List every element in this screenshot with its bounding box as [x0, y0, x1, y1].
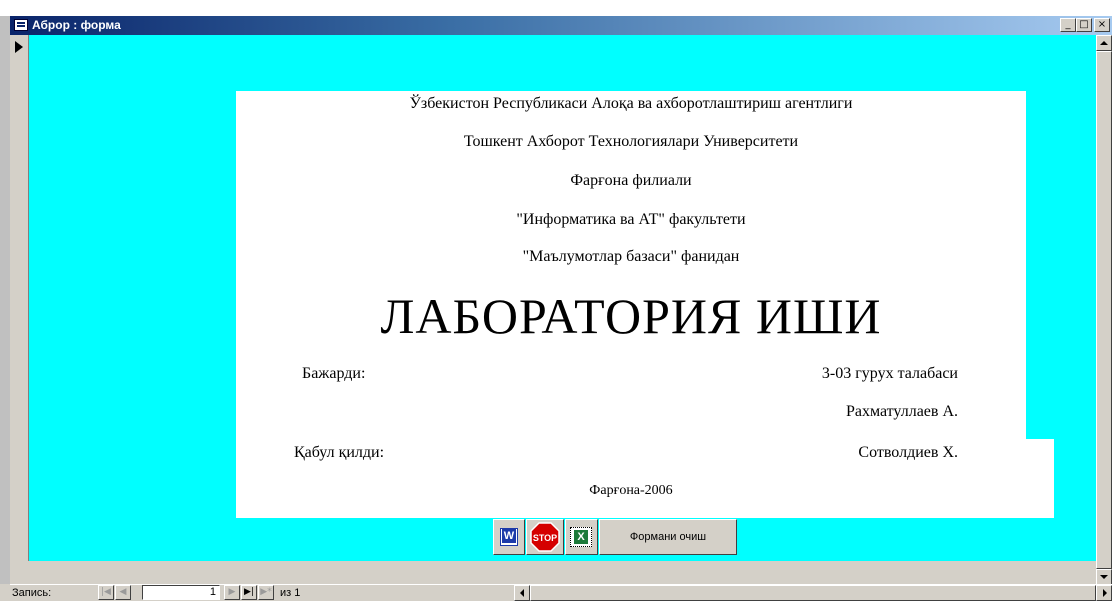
- record-count-text: из 1: [280, 587, 301, 599]
- title-page-edge: [1026, 439, 1054, 518]
- subject-line: "Маълумотлар базаси" фанидан: [522, 248, 740, 265]
- open-form-button-label: Формани очиш: [629, 531, 707, 543]
- stop-icon-text: STOP: [533, 533, 557, 543]
- title-page: Ўзбекистон Республикаси Алоқа ва ахборот…: [236, 91, 1026, 518]
- student-group-text: 3-03 гурух талабаси: [821, 365, 958, 382]
- scroll-down-button[interactable]: [1096, 569, 1112, 585]
- close-button[interactable]: ×: [1094, 18, 1110, 32]
- form-window: Аброр : форма _ □ × Ўзбекистон Республик…: [10, 16, 1112, 601]
- next-record-button[interactable]: ▶: [224, 585, 240, 600]
- branch-line: Фарғона филиали: [570, 172, 692, 189]
- vertical-scrollbar[interactable]: [1096, 35, 1112, 585]
- last-record-button[interactable]: ▶|: [241, 585, 257, 600]
- title-bar[interactable]: Аброр : форма _ □ ×: [10, 16, 1112, 35]
- arrow-left-icon: [520, 589, 524, 597]
- scroll-right-button[interactable]: [1096, 585, 1112, 601]
- vertical-scroll-thumb[interactable]: [1096, 51, 1112, 569]
- excel-icon: [570, 527, 592, 547]
- word-icon: [500, 528, 518, 546]
- horizontal-scroll-thumb[interactable]: [530, 585, 1096, 601]
- first-record-button[interactable]: |◀: [98, 585, 114, 600]
- window-title: Аброр : форма: [32, 18, 121, 32]
- stop-button[interactable]: STOP: [526, 519, 564, 555]
- page-title: ЛАБОРАТОРИЯ ИШИ: [380, 288, 882, 344]
- faculty-line: "Информатика ва АТ" факультети: [516, 211, 746, 228]
- background-strip: [0, 0, 1112, 16]
- current-record-field[interactable]: 1: [142, 585, 220, 600]
- agency-line: Ўзбекистон Республикаси Алоқа ва ахборот…: [409, 95, 853, 112]
- teacher-name-text: Сотволдиев Х.: [858, 444, 958, 461]
- stop-icon: STOP: [530, 522, 560, 552]
- open-form-button[interactable]: Формани очиш: [599, 519, 737, 555]
- scroll-up-button[interactable]: [1096, 35, 1112, 51]
- done-by-label: Бажарди:: [302, 365, 366, 382]
- new-record-button[interactable]: ▶*: [258, 585, 274, 600]
- record-selector[interactable]: [10, 35, 29, 561]
- maximize-button[interactable]: □: [1076, 18, 1092, 32]
- university-line: Тошкент Ахборот Технологиялари Университ…: [463, 133, 799, 150]
- scroll-left-button[interactable]: [514, 585, 530, 601]
- form-detail-section: Ўзбекистон Республикаси Алоқа ва ахборот…: [29, 35, 1096, 561]
- arrow-right-icon: [1103, 589, 1107, 597]
- arrow-up-icon: [1100, 41, 1108, 45]
- previous-record-button[interactable]: ◀: [115, 585, 131, 600]
- arrow-down-icon: [1100, 575, 1108, 579]
- current-record-arrow-icon: [15, 41, 23, 53]
- minimize-button[interactable]: _: [1060, 18, 1076, 32]
- export-word-button[interactable]: [493, 519, 525, 555]
- form-window-icon[interactable]: [14, 19, 28, 31]
- student-name-text: Рахматуллаев А.: [845, 403, 958, 420]
- footer-text: Фарғона-2006: [589, 483, 673, 498]
- horizontal-scrollbar[interactable]: [514, 585, 1112, 601]
- accepted-by-label: Қабул қилди:: [294, 444, 385, 461]
- record-navigation-bar: Запись: |◀ ◀ 1 ▶ ▶| ▶* из 1: [10, 584, 1112, 601]
- export-excel-button[interactable]: [565, 519, 598, 555]
- record-label: Запись:: [12, 587, 52, 599]
